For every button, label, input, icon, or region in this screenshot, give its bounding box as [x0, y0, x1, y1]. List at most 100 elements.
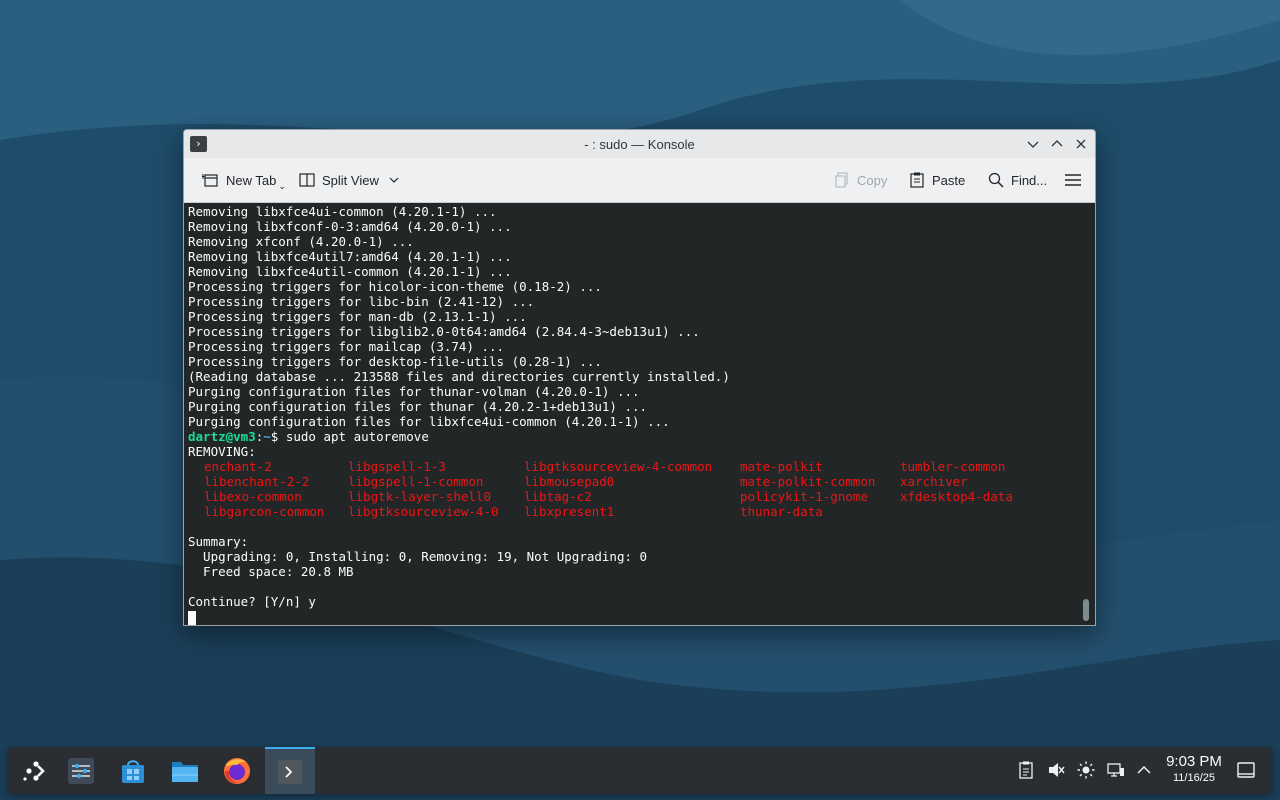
removing-package: libxpresent1: [524, 504, 615, 519]
removing-package: policykit-1-gnome: [740, 489, 868, 504]
terminal-line: Processing triggers for man-db (2.13.1-1…: [188, 309, 527, 324]
copy-button[interactable]: Copy: [827, 165, 893, 195]
removing-package: xfdesktop4-data: [900, 489, 1013, 504]
terminal-line: Processing triggers for libc-bin (2.41-1…: [188, 294, 535, 309]
terminal-view[interactable]: Removing libxfce4ui-common (4.20.1-1) ..…: [184, 203, 1095, 625]
terminal-scrollbar[interactable]: [1083, 599, 1089, 621]
removing-package: xarchiver: [900, 474, 968, 489]
removing-package: libgspell-1-3: [348, 459, 446, 474]
window-title: - : sudo — Konsole: [584, 136, 695, 152]
terminal-output: Removing libxfce4ui-common (4.20.1-1) ..…: [188, 204, 1081, 625]
terminal-line: Processing triggers for desktop-file-uti…: [188, 354, 602, 369]
new-tab-button[interactable]: New Tab ⌄: [196, 165, 292, 195]
clipboard-icon[interactable]: [1016, 760, 1036, 780]
copy-label: Copy: [857, 172, 888, 188]
network-icon[interactable]: [1106, 760, 1126, 780]
new-tab-icon: [202, 171, 220, 189]
terminal-line: Purging configuration files for libxfce4…: [188, 414, 670, 429]
firefox-icon: [224, 757, 250, 784]
summary-freed-space: Freed space: 20.8 MB: [188, 564, 354, 579]
terminal-line: Removing libxfconf-0-3:amd64 (4.20.0-1) …: [188, 219, 512, 234]
new-tab-label: New Tab: [226, 172, 277, 188]
find-button[interactable]: Find...: [981, 165, 1053, 195]
removing-package: mate-polkit: [740, 459, 823, 474]
close-button[interactable]: [1072, 135, 1090, 153]
dropdown-indicator-icon: ⌄: [278, 180, 286, 191]
cursor-line: [188, 609, 1081, 625]
removing-package: libtag-c2: [524, 489, 592, 504]
konsole-taskbar-button[interactable]: [265, 747, 315, 794]
title-bar[interactable]: › - : sudo — Konsole: [184, 130, 1095, 158]
split-view-button[interactable]: Split View: [292, 165, 409, 195]
terminal-line: Removing libxfce4util-common (4.20.1-1) …: [188, 264, 512, 279]
terminal-line: Removing libxfce4util7:amd64 (4.20.1-1) …: [188, 249, 512, 264]
maximize-button[interactable]: [1048, 135, 1066, 153]
terminal-line: (Reading database ... 213588 files and d…: [188, 369, 730, 384]
continue-prompt: Continue? [Y/n] y: [188, 594, 316, 609]
show-desktop-icon[interactable]: [1236, 760, 1256, 780]
expand-tray-icon[interactable]: [1134, 760, 1154, 780]
hamburger-menu-button[interactable]: [1058, 165, 1088, 195]
removing-package: enchant-2: [204, 459, 272, 474]
split-view-icon: [298, 171, 316, 189]
hamburger-menu-icon: [1064, 171, 1082, 189]
discover-icon: [122, 759, 144, 783]
application-launcher-button[interactable]: [8, 747, 58, 794]
prompt-line: dartz@vm3:~$ sudo apt autoremove: [188, 429, 1081, 444]
konsole-window: › - : sudo — Konsole New Tab ⌄ Split Vie…: [183, 129, 1096, 626]
text-cursor: [188, 610, 196, 625]
terminal-line: Processing triggers for hicolor-icon-the…: [188, 279, 602, 294]
minimize-button[interactable]: [1024, 135, 1042, 153]
terminal-line: Removing xfconf (4.20.0-1) ...: [188, 234, 414, 249]
discover-button[interactable]: [108, 747, 158, 794]
removing-package: libgtksourceview-4-0: [348, 504, 499, 519]
terminal-line: Processing triggers for libglib2.0-0t64:…: [188, 324, 700, 339]
removing-package: [900, 504, 1040, 519]
brightness-icon[interactable]: [1076, 760, 1096, 780]
removing-package: thunar-data: [740, 504, 823, 519]
konsole-icon[interactable]: ›: [190, 136, 207, 152]
terminal-history: Removing libxfce4ui-common (4.20.1-1) ..…: [188, 204, 1081, 429]
taskbar: 9:03 PM 11/16/25: [8, 747, 1272, 794]
konsole-icon: [278, 759, 302, 784]
system-settings-button[interactable]: [56, 747, 106, 794]
removing-package: libmousepad0: [524, 474, 615, 489]
removing-package: libgtksourceview-4-common: [524, 459, 713, 474]
prompt-path: ~: [263, 429, 271, 444]
volume-muted-icon[interactable]: [1046, 760, 1066, 780]
search-icon: [987, 171, 1005, 189]
chevron-down-icon[interactable]: [385, 171, 403, 189]
prompt-user: dartz@vm3: [188, 429, 256, 444]
close-icon: [1076, 139, 1086, 149]
paste-button[interactable]: Paste: [902, 165, 971, 195]
system-settings-icon: [68, 757, 94, 784]
digital-clock[interactable]: 9:03 PM 11/16/25: [1158, 753, 1230, 785]
find-label: Find...: [1011, 172, 1048, 188]
terminal-line: Removing libxfce4ui-common (4.20.1-1) ..…: [188, 204, 497, 219]
toolbar: New Tab ⌄ Split View Copy Paste Find...: [184, 158, 1095, 203]
chevron-up-icon: [1051, 140, 1063, 147]
paste-icon: [908, 171, 926, 189]
summary-header: Summary:: [188, 534, 249, 549]
split-view-label: Split View: [322, 172, 379, 188]
copy-icon: [833, 171, 851, 189]
command-text: sudo apt autoremove: [278, 429, 429, 444]
summary-counts: Upgrading: 0, Installing: 0, Removing: 1…: [188, 549, 648, 564]
removing-package: libgtk-layer-shell0: [348, 489, 491, 504]
removing-package: libgspell-1-common: [348, 474, 484, 489]
removing-package: libexo-common: [204, 489, 302, 504]
removing-package: libenchant-2-2: [204, 474, 310, 489]
removing-package: mate-polkit-common: [740, 474, 876, 489]
chevron-down-icon: [1027, 141, 1039, 148]
terminal-line: Processing triggers for mailcap (3.74) .…: [188, 339, 505, 354]
removing-package-list: enchant-2 libgspell-1-3 libgtksourceview-4…: [188, 459, 1081, 519]
removing-package: tumbler-common: [900, 459, 1006, 474]
file-manager-button[interactable]: [160, 747, 210, 794]
firefox-button[interactable]: [212, 747, 262, 794]
paste-label: Paste: [932, 172, 966, 188]
clock-time: 9:03 PM: [1166, 753, 1222, 770]
removing-header: REMOVING:: [188, 444, 256, 459]
removing-package: libgarcon-common: [204, 504, 325, 519]
